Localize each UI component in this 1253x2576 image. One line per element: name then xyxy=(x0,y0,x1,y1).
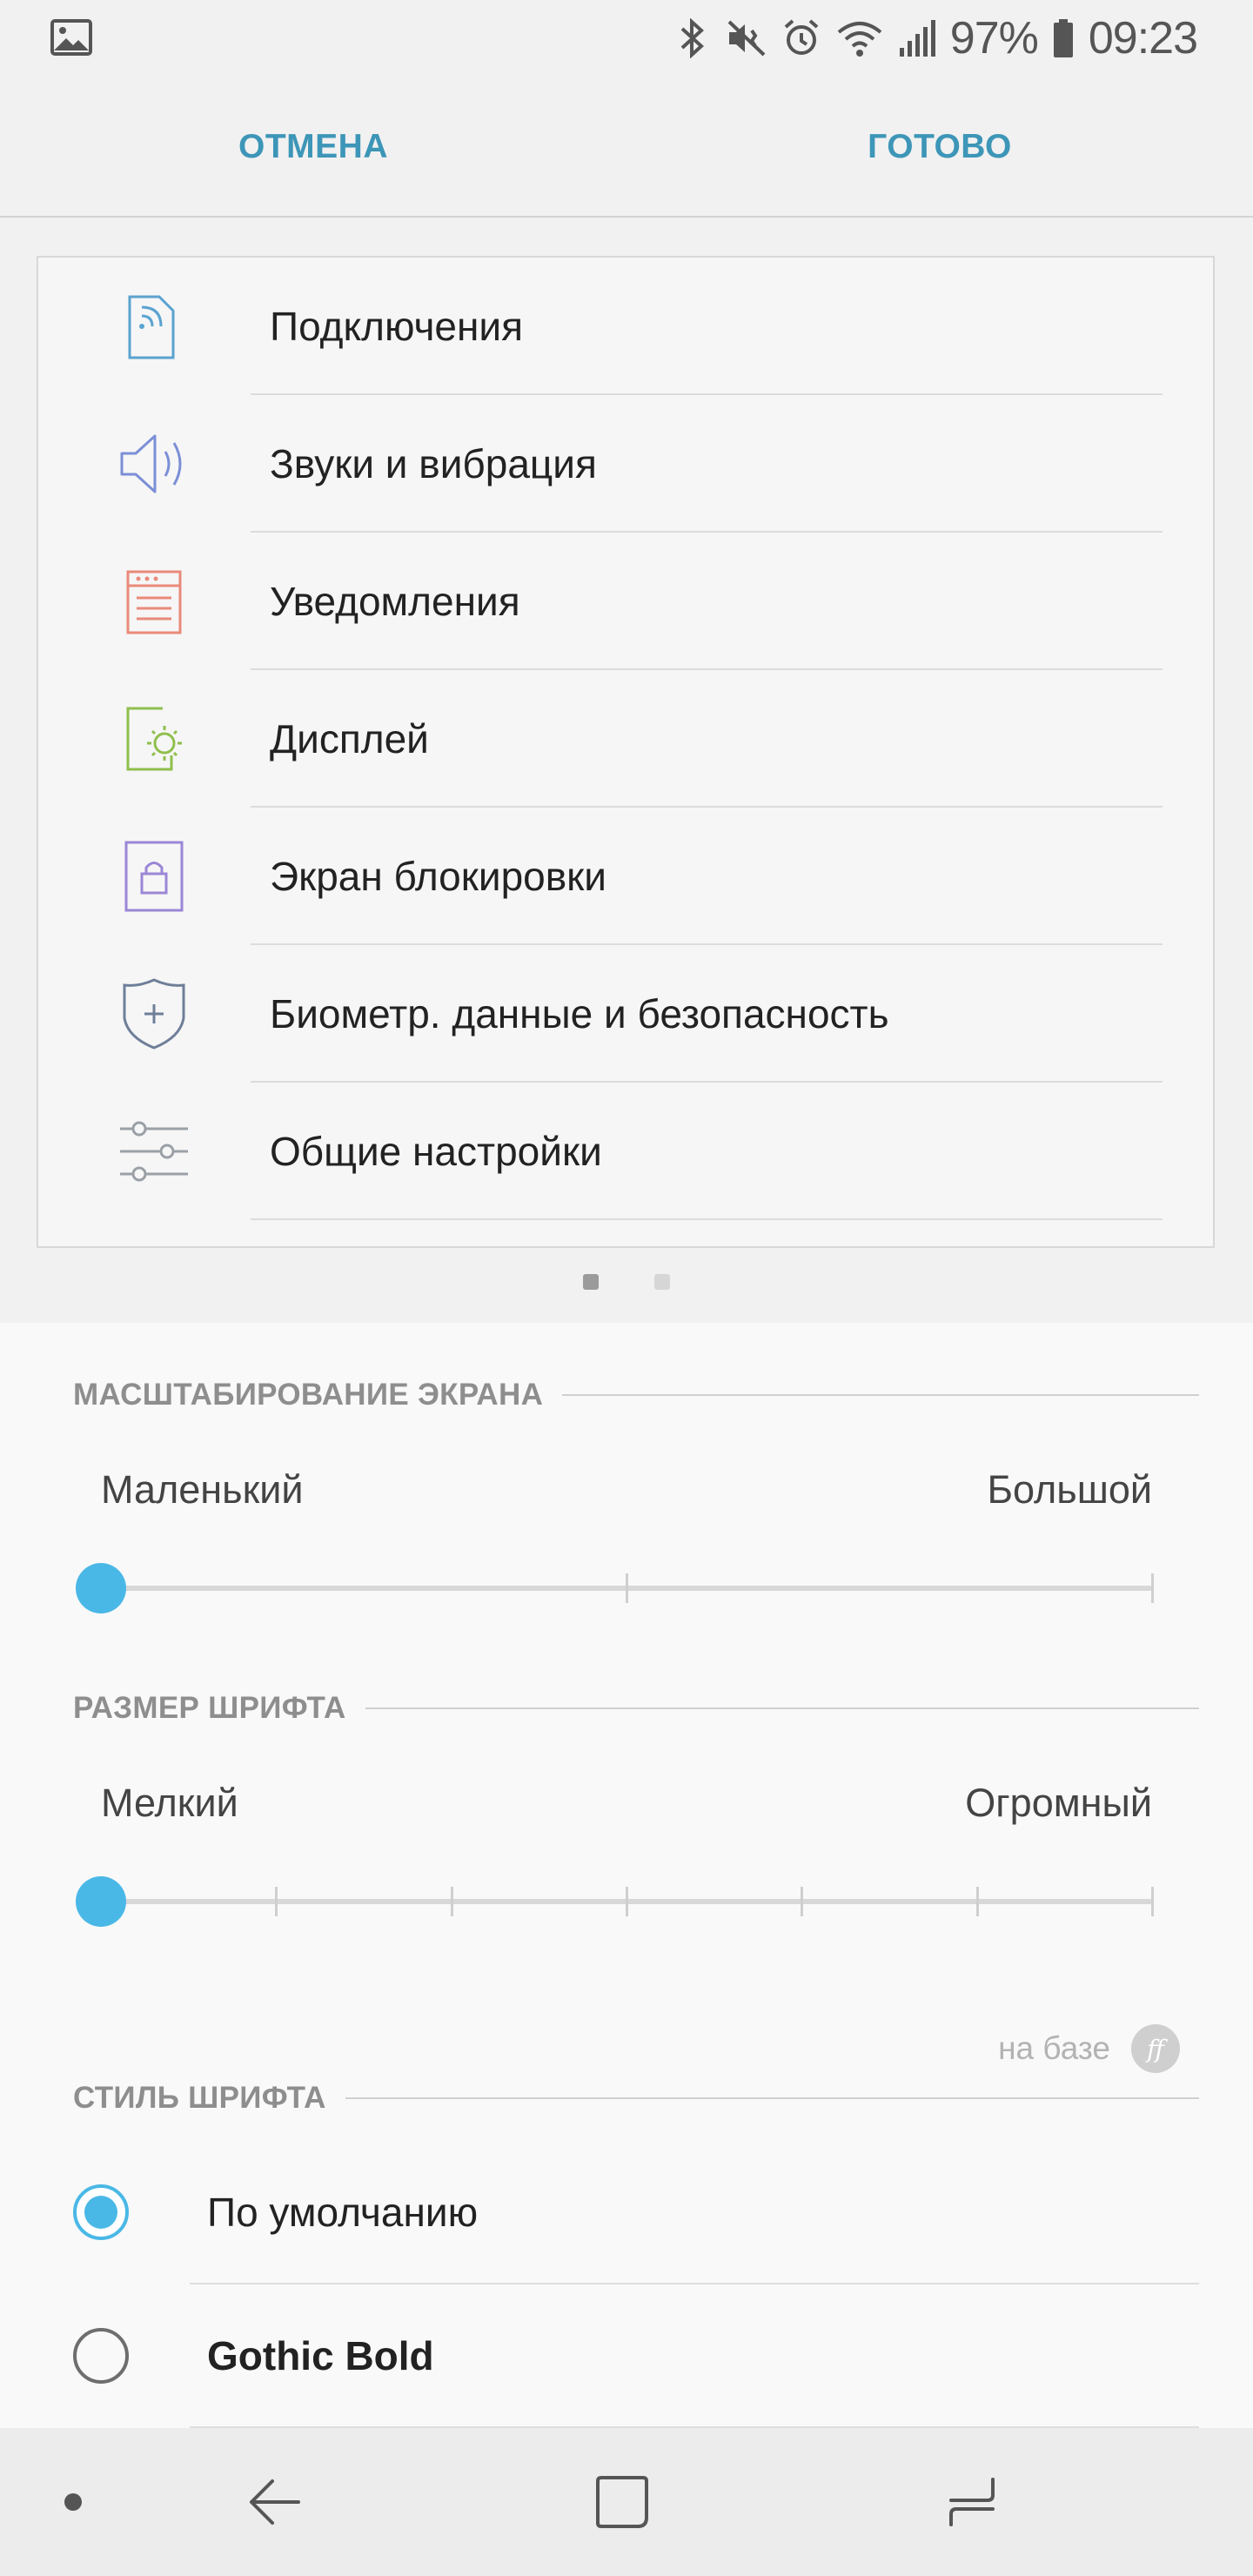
mute-vibrate-icon xyxy=(727,20,766,57)
slider-tick xyxy=(1151,1887,1154,1916)
home-button[interactable] xyxy=(566,2428,679,2576)
bluetooth-icon xyxy=(680,18,704,58)
display-icon xyxy=(115,700,193,778)
cancel-button[interactable]: ОТМЕНА xyxy=(165,78,461,216)
font-provider: на базе ff xyxy=(998,2024,1180,2073)
flipfont-logo-icon: ff xyxy=(1131,2024,1180,2073)
battery-icon xyxy=(1053,19,1073,57)
home-square-icon xyxy=(596,2476,648,2528)
battery-percentage: 97% xyxy=(949,13,1039,64)
settings-preview: Подключения Звуки и вибрация Уведомления… xyxy=(0,218,1253,1323)
preview-item-lock-screen: Экран блокировки xyxy=(38,808,1216,945)
preview-item-label: Общие настройки xyxy=(270,1129,602,1174)
section-title: СТИЛЬ ШРИФТА xyxy=(73,2081,326,2115)
slider-thumb[interactable] xyxy=(76,1876,126,1927)
section-title: МАСШТАБИРОВАНИЕ ЭКРАНА xyxy=(73,1378,544,1412)
preview-item-general: Общие настройки xyxy=(38,1083,1216,1220)
status-bar: 97% 09:23 xyxy=(0,0,1253,78)
preview-item-display: Дисплей xyxy=(38,670,1216,808)
font-size-slider[interactable] xyxy=(76,1875,1154,1927)
signal-icon xyxy=(899,20,935,57)
page-dot-active[interactable] xyxy=(583,1274,599,1290)
svg-text:ff: ff xyxy=(1145,2035,1168,2063)
general-settings-icon xyxy=(115,1112,193,1191)
slider-tick xyxy=(1151,1573,1154,1603)
section-title: РАЗМЕР ШРИФТА xyxy=(73,1691,346,1725)
gallery-icon xyxy=(50,19,92,56)
slider-tick xyxy=(275,1887,278,1916)
preview-item-label: Биометр. данные и безопасность xyxy=(270,991,889,1036)
done-button[interactable]: ГОТОВО xyxy=(792,78,1088,216)
preview-item-notifications: Уведомления xyxy=(38,533,1216,670)
based-on-label: на базе xyxy=(998,2030,1110,2066)
sound-icon xyxy=(115,425,193,503)
zoom-max-label: Большой xyxy=(987,1467,1152,1512)
section-divider xyxy=(365,1707,1199,1709)
preview-item-label: Уведомления xyxy=(270,579,520,624)
slider-tick xyxy=(450,1887,453,1916)
font-style-header: СТИЛЬ ШРИФТА xyxy=(73,2076,1199,2120)
screen-zoom-slider[interactable] xyxy=(76,1561,1154,1613)
radio-selected[interactable] xyxy=(73,2184,129,2240)
page-indicator xyxy=(0,1274,1253,1291)
connections-icon xyxy=(115,287,193,366)
slider-tick xyxy=(626,1887,628,1916)
slider-tick xyxy=(975,1887,979,1916)
font-size-header: РАЗМЕР ШРИФТА xyxy=(73,1687,1199,1730)
slider-tick xyxy=(626,1573,628,1603)
font-option-default[interactable]: По умолчанию xyxy=(0,2141,1253,2284)
preview-card[interactable]: Подключения Звуки и вибрация Уведомления… xyxy=(37,256,1215,1248)
slider-tick xyxy=(801,1887,804,1916)
font-option-gothic-bold[interactable]: Gothic Bold xyxy=(0,2284,1253,2428)
font-size-max-label: Огромный xyxy=(965,1781,1152,1825)
navigation-bar xyxy=(0,2428,1253,2576)
preview-item-label: Экран блокировки xyxy=(270,854,607,899)
zoom-min-label: Маленький xyxy=(101,1467,304,1512)
preview-item-security: Биометр. данные и безопасность xyxy=(38,945,1216,1083)
notifications-icon xyxy=(115,562,193,641)
page-dot[interactable] xyxy=(654,1274,670,1290)
preview-item-label: Звуки и вибрация xyxy=(270,441,597,486)
font-option-label: По умолчанию xyxy=(207,2190,479,2235)
alarm-icon xyxy=(784,19,819,55)
back-arrow-icon xyxy=(250,2479,300,2525)
preview-item-label: Дисплей xyxy=(270,716,429,761)
preview-item-sound: Звуки и вибрация xyxy=(38,395,1216,533)
section-divider xyxy=(562,1394,1199,1396)
display-settings-panel: МАСШТАБИРОВАНИЕ ЭКРАНА Маленький Большой… xyxy=(0,1323,1253,2428)
screen-zoom-header: МАСШТАБИРОВАНИЕ ЭКРАНА xyxy=(73,1373,1199,1417)
section-divider xyxy=(345,2097,1199,2099)
font-option-label: Gothic Bold xyxy=(207,2333,434,2378)
recent-apps-button[interactable] xyxy=(915,2428,1029,2576)
security-shield-icon xyxy=(115,975,193,1053)
wifi-icon xyxy=(837,22,882,57)
screen-zoom-labels: Маленький Большой xyxy=(101,1467,1152,1513)
recent-apps-icon xyxy=(949,2478,995,2526)
action-bar: ОТМЕНА ГОТОВО xyxy=(0,78,1253,218)
clock: 09:23 xyxy=(1088,13,1198,64)
font-size-labels: Мелкий Огромный xyxy=(101,1781,1152,1826)
pin-dot-button[interactable] xyxy=(38,2428,108,2576)
back-button[interactable] xyxy=(218,2428,331,2576)
preview-item-label: Подключения xyxy=(270,304,524,349)
radio-unselected[interactable] xyxy=(73,2328,129,2384)
divider xyxy=(251,1218,1163,1220)
slider-thumb[interactable] xyxy=(76,1563,126,1613)
font-size-min-label: Мелкий xyxy=(101,1781,238,1825)
preview-item-connections: Подключения xyxy=(38,258,1216,395)
lock-screen-icon xyxy=(115,837,193,916)
